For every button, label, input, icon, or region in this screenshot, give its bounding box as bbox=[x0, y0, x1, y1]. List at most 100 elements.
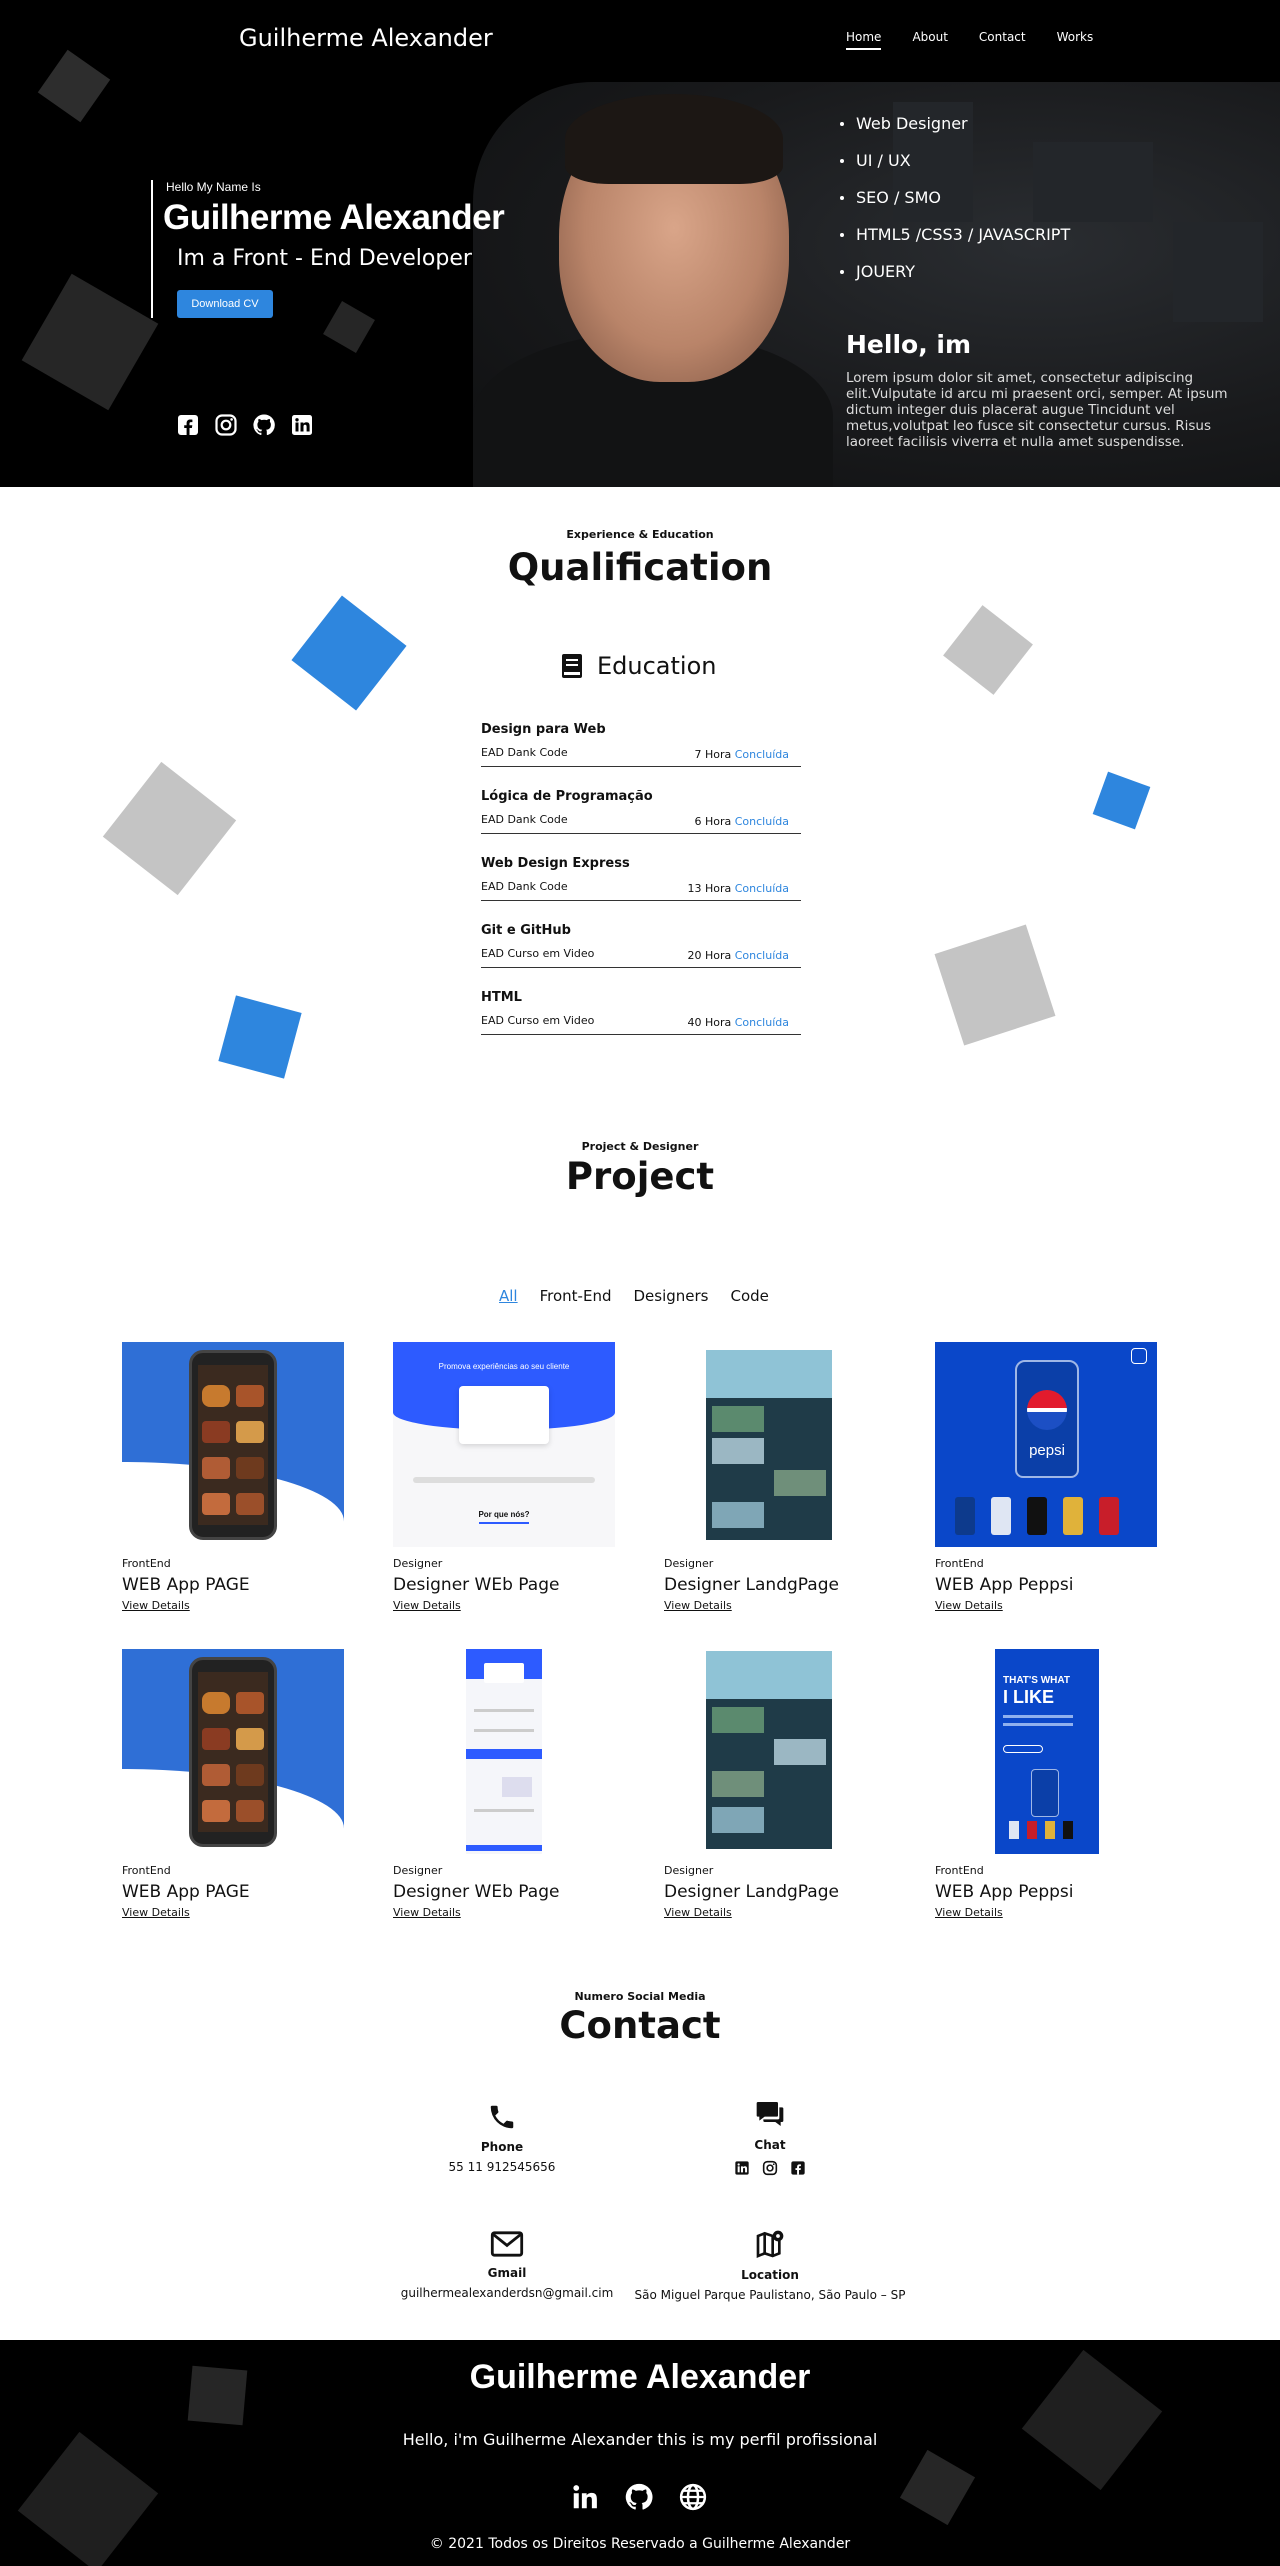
skill-item: SEO / SMO bbox=[840, 188, 1070, 207]
project-title: WEB App Peppsi bbox=[935, 1882, 1074, 1902]
project-title: Designer LandgPage bbox=[664, 1882, 839, 1902]
project-subtitle: Project & Designer bbox=[581, 1140, 699, 1153]
divider bbox=[481, 766, 801, 767]
view-details-link[interactable]: View Details bbox=[664, 1599, 732, 1612]
contact-chat[interactable]: Chat bbox=[670, 2098, 870, 2176]
nav-brand[interactable]: Guilherme Alexander bbox=[239, 24, 493, 52]
github-icon[interactable] bbox=[624, 2482, 654, 2512]
view-details-link[interactable]: View Details bbox=[393, 1599, 461, 1612]
nav-works[interactable]: Works bbox=[1057, 30, 1094, 50]
project-thumbnail[interactable] bbox=[122, 1649, 344, 1854]
skills-list: Web Designer UI / UX SEO / SMO HTML5 /CS… bbox=[840, 114, 1070, 299]
nav-contact[interactable]: Contact bbox=[979, 30, 1026, 50]
education-item: Lógica de Programação EAD Dank Code 6 Ho… bbox=[481, 789, 801, 856]
project-thumbnail[interactable]: THAT'S WHAT I LIKE bbox=[935, 1649, 1157, 1854]
course-name: Lógica de Programação bbox=[481, 789, 653, 804]
decor-square bbox=[1092, 771, 1151, 830]
contact-location[interactable]: Location São Miguel Parque Paulistano, S… bbox=[620, 2228, 920, 2302]
instagram-icon bbox=[1131, 1348, 1147, 1364]
project-title: Project bbox=[565, 1155, 715, 1198]
project-card[interactable]: THAT'S WHAT I LIKE FrontEnd WEB App Pepp… bbox=[935, 1649, 1157, 1919]
facebook-icon[interactable] bbox=[176, 413, 200, 437]
project-thumbnail[interactable] bbox=[393, 1649, 615, 1854]
education-item: Git e GitHub EAD Curso em Video 20 Hora … bbox=[481, 923, 801, 990]
course-status: Concluída bbox=[734, 815, 789, 828]
linkedin-icon[interactable] bbox=[734, 2160, 750, 2176]
project-thumbnail[interactable] bbox=[664, 1649, 886, 1854]
about-heading: Hello, im bbox=[846, 330, 972, 359]
project-thumbnail[interactable]: pepsi bbox=[935, 1342, 1157, 1547]
divider bbox=[481, 1034, 801, 1035]
linkedin-icon[interactable] bbox=[570, 2482, 600, 2512]
contact-gmail[interactable]: Gmail guilhermealexanderdsn@gmail.cim bbox=[367, 2230, 647, 2300]
filter-all[interactable]: All bbox=[499, 1287, 518, 1305]
globe-icon[interactable] bbox=[678, 2482, 708, 2512]
linkedin-icon[interactable] bbox=[290, 413, 314, 437]
project-category: FrontEnd bbox=[935, 1864, 984, 1877]
filter-front-end[interactable]: Front-End bbox=[540, 1287, 612, 1305]
divider bbox=[481, 900, 801, 901]
view-details-link[interactable]: View Details bbox=[935, 1906, 1003, 1919]
decor-square bbox=[934, 924, 1056, 1046]
project-category: Designer bbox=[393, 1864, 443, 1877]
filter-code[interactable]: Code bbox=[730, 1287, 768, 1305]
qualification-title: Qualification bbox=[507, 546, 773, 589]
thumb-caption: I LIKE bbox=[1003, 1687, 1055, 1707]
project-thumbnail[interactable]: Promova experiências ao seu cliente Por … bbox=[393, 1342, 615, 1547]
project-card[interactable]: FrontEnd WEB App PAGE View Details bbox=[122, 1342, 344, 1612]
project-card[interactable]: Designer Designer LandgPage View Details bbox=[664, 1342, 886, 1612]
project-category: Designer bbox=[393, 1557, 443, 1570]
course-school: EAD Dank Code bbox=[481, 813, 568, 826]
decor-square bbox=[218, 995, 302, 1079]
hello-label: Hello My Name Is bbox=[166, 180, 261, 194]
project-card[interactable]: Designer Designer WEb Page View Details bbox=[393, 1649, 615, 1919]
education-item: HTML EAD Curso em Video 40 Hora Concluíd… bbox=[481, 990, 801, 1057]
contact-phone[interactable]: Phone 55 11 912545656 bbox=[402, 2102, 602, 2174]
course-duration: 7 Hora Concluída bbox=[694, 748, 789, 761]
phone-value: 55 11 912545656 bbox=[448, 2160, 556, 2174]
facebook-icon[interactable] bbox=[790, 2160, 806, 2176]
contact-subtitle: Numero Social Media bbox=[574, 1990, 706, 2003]
view-details-link[interactable]: View Details bbox=[664, 1906, 732, 1919]
nav-about[interactable]: About bbox=[912, 30, 947, 50]
project-category: Designer bbox=[664, 1557, 714, 1570]
location-value: São Miguel Parque Paulistano, São Paulo … bbox=[634, 2288, 906, 2302]
github-icon[interactable] bbox=[252, 413, 276, 437]
divider bbox=[481, 833, 801, 834]
duration-value: 40 Hora bbox=[687, 1016, 732, 1029]
project-thumbnail[interactable] bbox=[122, 1342, 344, 1547]
instagram-icon[interactable] bbox=[214, 413, 238, 437]
project-filters: All Front-End Designers Code bbox=[499, 1287, 791, 1305]
view-details-link[interactable]: View Details bbox=[122, 1599, 190, 1612]
project-title: Designer WEb Page bbox=[393, 1575, 560, 1595]
nav-home[interactable]: Home bbox=[846, 30, 882, 50]
duration-value: 7 Hora bbox=[694, 748, 732, 761]
thumb-caption: THAT'S WHAT bbox=[1003, 1675, 1070, 1686]
divider bbox=[481, 967, 801, 968]
project-card[interactable]: FrontEnd WEB App PAGE View Details bbox=[122, 1649, 344, 1919]
book-icon bbox=[562, 654, 582, 678]
main-nav: Home About Contact Works bbox=[846, 30, 1124, 50]
decor-square bbox=[21, 273, 159, 411]
project-category: FrontEnd bbox=[122, 1864, 171, 1877]
phone-icon bbox=[490, 2105, 514, 2129]
course-duration: 40 Hora Concluída bbox=[687, 1016, 789, 1029]
view-details-link[interactable]: View Details bbox=[935, 1599, 1003, 1612]
project-thumbnail[interactable] bbox=[664, 1342, 886, 1547]
chat-social-links bbox=[670, 2160, 870, 2176]
project-card[interactable]: pepsi FrontEnd WEB App Peppsi View Detai… bbox=[935, 1342, 1157, 1612]
mail-icon bbox=[490, 2231, 524, 2257]
download-cv-button[interactable]: Download CV bbox=[177, 290, 273, 318]
view-details-link[interactable]: View Details bbox=[122, 1906, 190, 1919]
footer: Guilherme Alexander Hello, i'm Guilherme… bbox=[0, 2340, 1280, 2566]
education-title: Education bbox=[597, 652, 717, 680]
project-card[interactable]: Designer Designer LandgPage View Details bbox=[664, 1649, 886, 1919]
view-details-link[interactable]: View Details bbox=[393, 1906, 461, 1919]
project-card[interactable]: Promova experiências ao seu cliente Por … bbox=[393, 1342, 615, 1612]
filter-designers[interactable]: Designers bbox=[633, 1287, 708, 1305]
instagram-icon[interactable] bbox=[762, 2160, 778, 2176]
decor-square bbox=[37, 49, 111, 123]
education-list: Design para Web EAD Dank Code 7 Hora Con… bbox=[481, 722, 801, 1057]
course-school: EAD Curso em Video bbox=[481, 1014, 595, 1027]
footer-subtitle: Hello, i'm Guilherme Alexander this is m… bbox=[402, 2430, 878, 2449]
